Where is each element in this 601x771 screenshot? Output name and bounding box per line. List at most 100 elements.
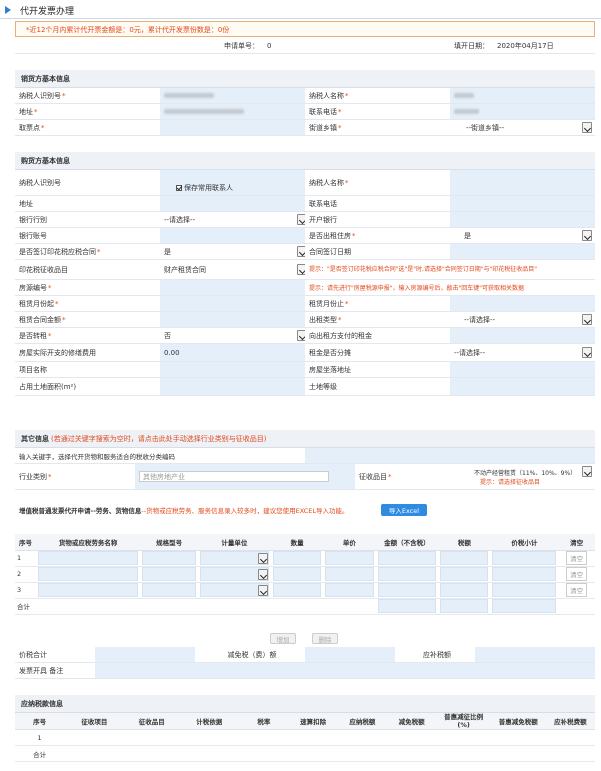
quantity-input[interactable] <box>273 583 322 597</box>
supplement-field <box>475 647 595 662</box>
col-header: 应补税费额 <box>545 713 595 730</box>
unit-select[interactable] <box>199 551 269 565</box>
clear-button[interactable]: 清空 <box>566 567 588 581</box>
checkbox-checked-icon[interactable] <box>176 185 182 191</box>
rent-start-field[interactable] <box>160 296 305 311</box>
tax-input[interactable] <box>440 567 489 581</box>
house-hint: 提示：请先进行"房屋税源申报"，输入房源编号后，敲击"回车键"可获取相关数据 <box>309 285 525 292</box>
keyword-input[interactable] <box>305 448 595 463</box>
goods-name-input[interactable] <box>37 567 139 581</box>
col-header: 普惠减免税额 <box>490 713 546 730</box>
clear-button[interactable]: 清空 <box>566 583 588 597</box>
subtotal-input[interactable] <box>492 567 557 581</box>
tax-input[interactable] <box>440 583 489 597</box>
rent-end-field[interactable] <box>450 296 595 311</box>
subtotal-input[interactable] <box>492 583 557 597</box>
price-input[interactable] <box>325 567 374 581</box>
land-grade-label: 土地等级 <box>305 378 450 395</box>
buyer-address-field[interactable] <box>160 196 305 211</box>
rent-amount-field[interactable] <box>160 312 305 327</box>
spec-input[interactable] <box>142 551 196 565</box>
repair-field[interactable]: 0.00 <box>160 344 305 361</box>
seller-name-label: 纳税人名称 <box>309 91 344 100</box>
amount-input[interactable] <box>377 583 437 597</box>
chevron-down-icon[interactable] <box>582 230 592 241</box>
unit-select[interactable] <box>199 567 269 581</box>
goods-name-input[interactable] <box>37 583 139 597</box>
chevron-down-icon[interactable] <box>582 122 592 133</box>
project-field[interactable] <box>160 362 305 377</box>
import-excel-button[interactable]: 导入Excel <box>381 504 427 516</box>
chevron-down-icon[interactable] <box>258 569 268 580</box>
bank-select[interactable]: --请选择-- <box>164 215 195 225</box>
rent-free-select[interactable]: --请选择-- <box>454 348 485 358</box>
col-header: 单价 <box>323 534 376 551</box>
quantity-input[interactable] <box>273 567 322 581</box>
rent-type-select[interactable]: --请选择-- <box>464 315 495 325</box>
apply-no-value: 0 <box>267 41 272 50</box>
amount-input[interactable] <box>377 567 437 581</box>
paid-rent-field[interactable] <box>450 328 595 343</box>
rent-house-label: 是否出租住房 <box>309 231 351 240</box>
land-grade-field[interactable] <box>450 378 595 395</box>
seller-phone-label: 联系电话 <box>309 107 337 116</box>
date-value[interactable]: 2020年04月17日 <box>493 38 595 53</box>
page-title: 代开发票办理 <box>20 7 75 17</box>
total-row: 合计 <box>15 745 595 762</box>
remark-field[interactable] <box>95 663 595 678</box>
house-no-field[interactable] <box>160 280 305 295</box>
chevron-down-icon[interactable] <box>297 246 305 257</box>
bank-label: 银行行别 <box>15 212 160 227</box>
land-area-field[interactable] <box>160 378 305 395</box>
spec-input[interactable] <box>142 567 196 581</box>
unit-select[interactable] <box>199 583 269 597</box>
buyer-name-field[interactable] <box>450 170 595 195</box>
amount-input[interactable] <box>377 551 437 565</box>
repair-label: 房屋实际开支的修缮费用 <box>15 344 160 361</box>
price-input[interactable] <box>325 583 374 597</box>
open-bank-field[interactable] <box>450 212 595 227</box>
reduce-label: 减免税（费）额 <box>195 647 305 662</box>
save-contact-checkbox[interactable]: 保存常用联系人 <box>176 183 233 193</box>
industry-input[interactable]: 其他房地产业 <box>139 471 329 482</box>
spec-input[interactable] <box>142 583 196 597</box>
chevron-down-icon[interactable] <box>297 214 305 225</box>
seller-section-title: 销货方基本信息 <box>15 70 595 88</box>
chevron-down-icon[interactable] <box>258 585 268 596</box>
col-header: 序号 <box>15 713 65 730</box>
chevron-down-icon[interactable] <box>297 264 305 275</box>
chevron-down-icon[interactable] <box>297 330 305 341</box>
tax-input[interactable] <box>440 551 489 565</box>
rent-start-label: 租赁月份起 <box>19 299 54 308</box>
rent-house-select[interactable]: 是 <box>464 231 471 241</box>
transfer-select[interactable]: 否 <box>164 331 171 341</box>
reduce-field <box>305 647 395 662</box>
goods-name-input[interactable] <box>37 551 139 565</box>
subtotal-input[interactable] <box>492 551 557 565</box>
pickup-field[interactable] <box>160 120 305 135</box>
notice-banner: *近12个月内累计代开票金额是：0元，累计代开发票份数是：0份 <box>15 21 595 37</box>
delete-row-button[interactable]: 删除 <box>312 633 338 644</box>
add-row-button[interactable]: 增加 <box>270 633 296 644</box>
total-subtotal <box>492 599 557 613</box>
stamp-contract-select[interactable]: 是 <box>164 247 171 257</box>
chevron-down-icon[interactable] <box>582 347 592 358</box>
quantity-input[interactable] <box>273 551 322 565</box>
col-header: 计税依据 <box>179 713 240 730</box>
account-field[interactable] <box>160 228 305 243</box>
stamp-item-select[interactable]: 财产租赁合同 <box>164 265 206 275</box>
other-hint-link[interactable]: (若通过关键字搜索为空时，请点击此处手动选择行业类别与征收品目) <box>51 434 266 444</box>
buyer-name-label: 纳税人名称 <box>309 178 344 187</box>
chevron-down-icon[interactable] <box>258 553 268 564</box>
rent-end-label: 租赁月份止 <box>309 299 344 308</box>
clear-button[interactable]: 清空 <box>566 551 588 565</box>
chevron-down-icon[interactable] <box>582 466 592 477</box>
contract-date-field[interactable] <box>450 244 595 259</box>
levy-select[interactable]: 不动产经营租赁（11%、10%、9%） <box>474 468 576 477</box>
location-field[interactable] <box>450 362 595 377</box>
goods-hint: --货物或应税劳务、服务信息录入较多时，建议您使用EXCEL导入功能。 <box>141 507 349 515</box>
street-select[interactable]: --街道乡镇-- <box>466 123 504 133</box>
price-input[interactable] <box>325 551 374 565</box>
buyer-phone-field[interactable] <box>450 196 595 211</box>
chevron-down-icon[interactable] <box>582 314 592 325</box>
